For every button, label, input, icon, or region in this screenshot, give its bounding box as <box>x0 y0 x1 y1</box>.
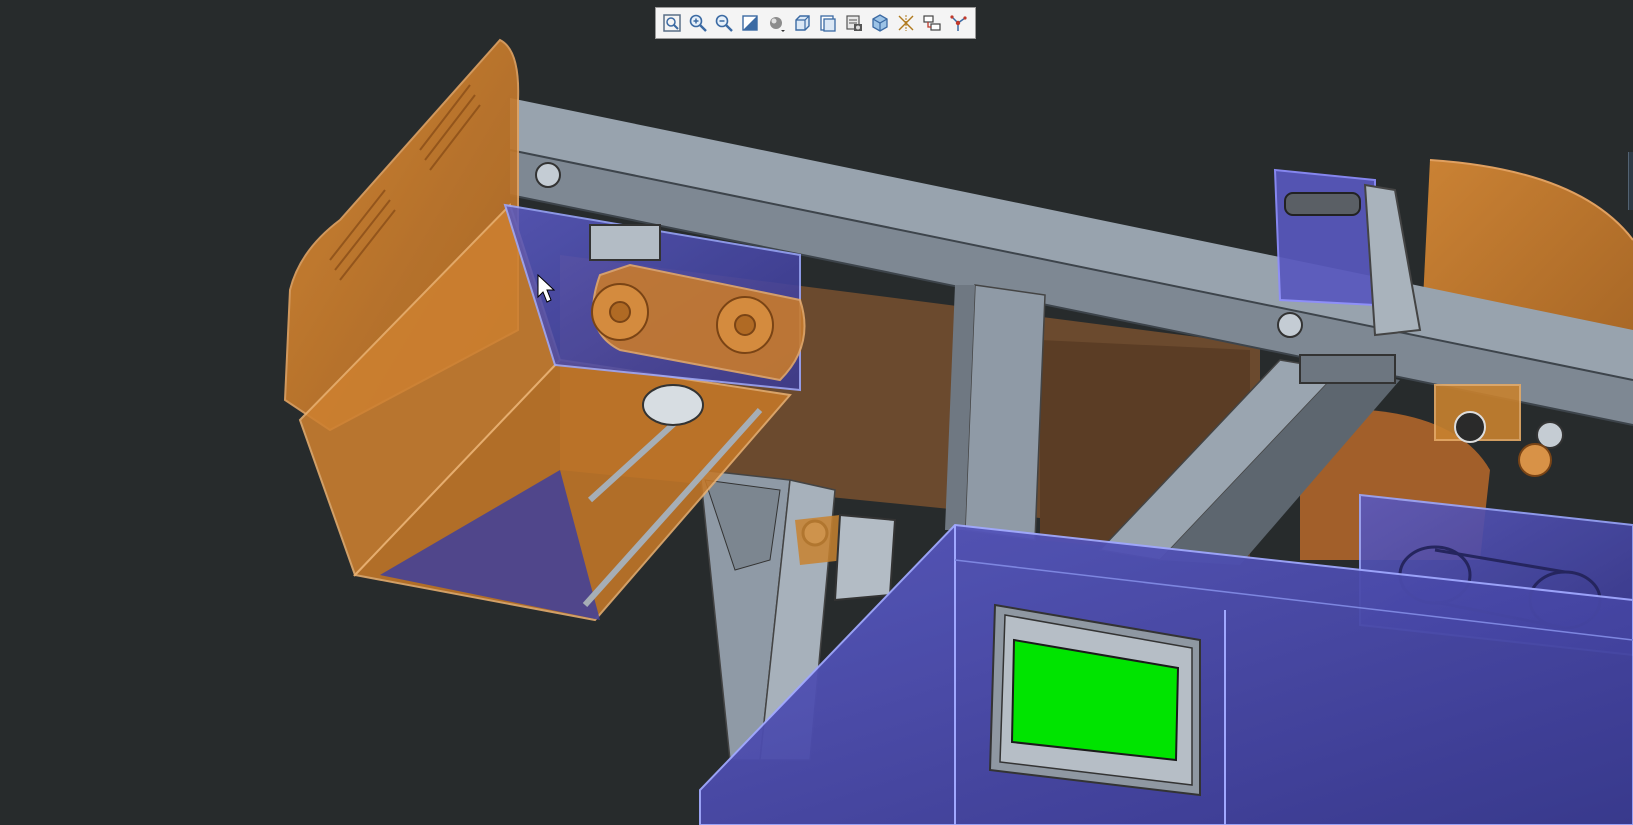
zoom-in-icon <box>689 14 707 32</box>
appearance-button[interactable] <box>842 11 866 35</box>
display-style-button[interactable] <box>764 11 788 35</box>
view-manager-icon <box>820 15 836 32</box>
annotation-display-button[interactable] <box>920 11 944 35</box>
cad-model-render[interactable] <box>0 0 1633 825</box>
view-toolbar <box>655 7 976 39</box>
repaint-button[interactable] <box>738 11 762 35</box>
frame-vertical-post <box>945 284 1046 541</box>
view-manager-button[interactable] <box>816 11 840 35</box>
annotation-display-icon <box>923 15 941 31</box>
display-style-icon <box>770 17 785 32</box>
zoom-out-icon <box>715 14 733 32</box>
spin-center-icon <box>950 15 967 31</box>
section-icon <box>872 14 888 32</box>
saved-views-icon <box>795 15 810 31</box>
saved-views-button[interactable] <box>790 11 814 35</box>
section-button[interactable] <box>868 11 892 35</box>
datum-display-button[interactable] <box>894 11 918 35</box>
datum-display-icon <box>898 15 914 31</box>
zoom-out-button[interactable] <box>712 11 736 35</box>
zoom-in-button[interactable] <box>686 11 710 35</box>
spin-center-button[interactable] <box>946 11 970 35</box>
appearance-icon <box>846 15 862 31</box>
repaint-icon <box>742 15 758 31</box>
zoom-fit-icon <box>663 14 681 32</box>
zoom-fit-button[interactable] <box>660 11 684 35</box>
model-viewport[interactable] <box>0 0 1633 825</box>
side-panel-tab[interactable] <box>1628 152 1633 210</box>
